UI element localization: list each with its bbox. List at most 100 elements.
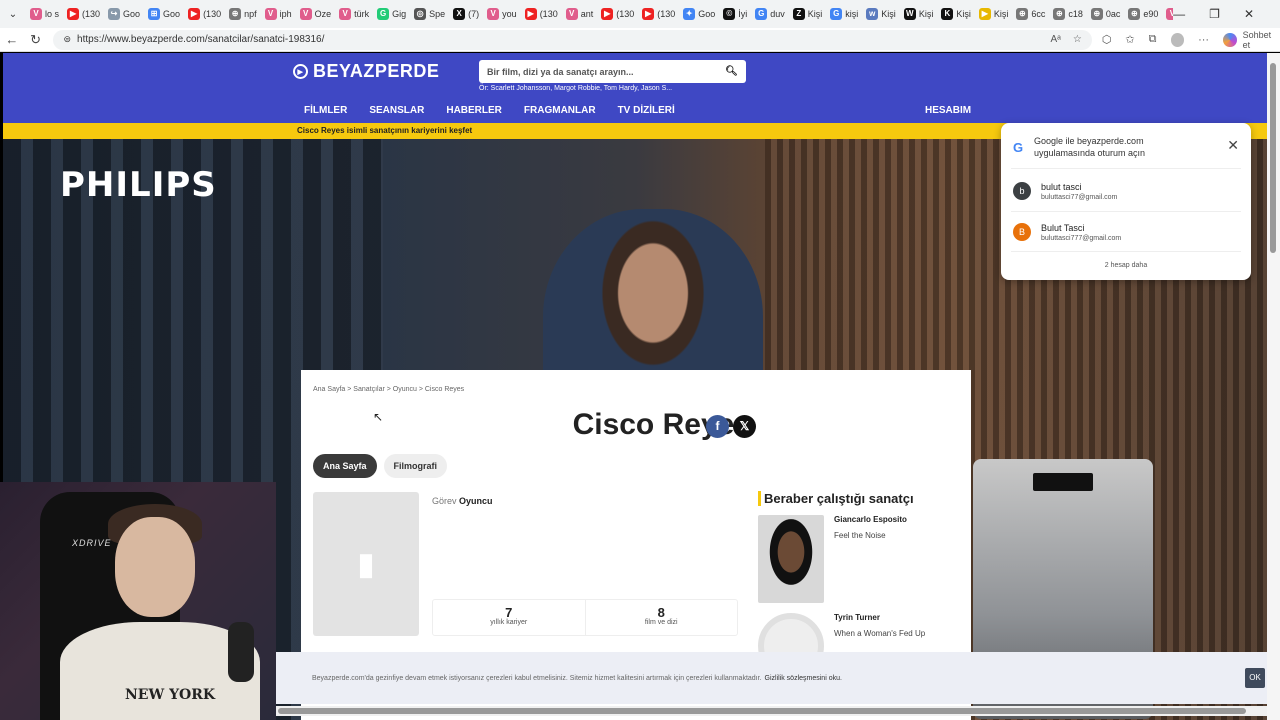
browser-tab[interactable]: G Gig	[373, 3, 410, 25]
chat-label[interactable]: Sohbet et	[1243, 30, 1280, 50]
vertical-scrollbar[interactable]	[1267, 53, 1280, 720]
close-icon[interactable]: ✕	[1227, 137, 1239, 154]
coworker-name[interactable]: Giancarlo Esposito	[834, 515, 907, 524]
tab-favicon-icon: ↪	[108, 8, 121, 20]
privacy-link[interactable]: Gizlilik sözleşmesini oku.	[765, 675, 842, 682]
browser-tab[interactable]: K Kişi	[937, 3, 975, 25]
horizontal-scrollbar[interactable]	[276, 706, 1267, 716]
tab-favicon-icon: ▶	[188, 8, 201, 20]
browser-tab[interactable]: ▶ (130	[184, 3, 225, 25]
divider	[1011, 251, 1241, 252]
browser-tab[interactable]: W Kişi	[900, 3, 938, 25]
menu-item-fragmanlar[interactable]: FRAGMANLAR	[524, 105, 596, 116]
coworker-photo[interactable]	[758, 515, 824, 603]
divider	[1011, 168, 1241, 169]
browser-tab[interactable]: Vant	[562, 3, 598, 25]
scrollbar-thumb[interactable]	[278, 708, 1246, 714]
tab-list-chevron-icon[interactable]: ⌄	[0, 9, 26, 20]
menu-item-haberler[interactable]: HABERLER	[446, 105, 502, 116]
browser-tab[interactable]: ▶ (130	[63, 3, 104, 25]
url-box[interactable]: ⊜ https://www.beyazperde.com/sanatcilar/…	[53, 29, 1092, 50]
search-icon[interactable]: 🔍︎	[725, 66, 738, 77]
tab-label: duv	[770, 9, 785, 19]
tab-strip: Vlo s ▶ (130 ↪ Goo ⊞ Goo ▶ (130 ⊕ npf Viph V Oze Vtürk…	[26, 0, 1249, 28]
browser-tab[interactable]: ✦ Goo	[679, 3, 719, 25]
menu-item-seanslar[interactable]: SEANSLAR	[369, 105, 424, 116]
browser-tab[interactable]: Gkişi	[826, 3, 862, 25]
read-aloud-icon[interactable]: Aᵃ	[1050, 34, 1060, 45]
browser-tab[interactable]: Viph	[261, 3, 296, 25]
browser-tab[interactable]: w Kişi	[862, 3, 900, 25]
tab-favicon-icon: ✦	[683, 8, 696, 20]
extensions-icon[interactable]: ⬡	[1102, 33, 1112, 46]
browser-tab[interactable]: ▶ (130	[638, 3, 679, 25]
search-placeholder[interactable]: Bir film, dizi ya da sanatçı arayın...	[487, 67, 634, 77]
coworker-name[interactable]: Tyrin Turner	[834, 613, 880, 622]
browser-tab[interactable]: ↪ Goo	[104, 3, 144, 25]
tab-label: e90	[1143, 9, 1159, 19]
stat-career-years: 7 yıllık kariyer	[433, 600, 585, 635]
minimize-button[interactable]: —	[1173, 7, 1185, 21]
coworker-movie[interactable]: When a Woman's Fed Up	[834, 629, 925, 638]
collections-icon[interactable]: ⧉	[1149, 33, 1157, 46]
browser-tab[interactable]: ⊕ npf	[225, 3, 261, 25]
account-option[interactable]: B Bulut Tasci buluttasci777@gmail.com	[1011, 214, 1241, 250]
x-share-icon[interactable]: 𝕏	[733, 415, 756, 438]
google-icon: G	[1013, 140, 1024, 155]
ad-brand-logo[interactable]: PHILIPS	[60, 165, 217, 205]
favorites-icon[interactable]: ✩	[1125, 33, 1134, 46]
url-text[interactable]: https://www.beyazperde.com/sanatcilar/sa…	[77, 34, 324, 45]
account-option[interactable]: b bulut tasci buluttasci77@gmail.com	[1011, 173, 1241, 209]
browser-tab[interactable]: ▶ (130	[597, 3, 638, 25]
cookie-ok-button[interactable]: OK	[1245, 668, 1265, 688]
account-info: Bulut Tasci buluttasci777@gmail.com	[1041, 223, 1121, 242]
browser-tab[interactable]: ⊕ 0ac	[1087, 3, 1125, 25]
browser-tab[interactable]: X (7)	[449, 3, 483, 25]
browser-tab[interactable]: ⊞ Goo	[144, 3, 184, 25]
tab-filmografi[interactable]: Filmografi	[383, 454, 448, 478]
site-logo[interactable]: ▶ BEYAZPERDE	[293, 61, 439, 82]
browser-tab[interactable]: Gduv	[751, 3, 789, 25]
browser-tab[interactable]: Z Kişi	[789, 3, 827, 25]
browser-tab[interactable]: V Oze	[296, 3, 336, 25]
browser-tab[interactable]: ▶ Kişi	[975, 3, 1013, 25]
menu-item-tv-dizileri[interactable]: TV DİZİLERİ	[618, 105, 675, 116]
more-accounts-link[interactable]: 2 hesap daha	[1001, 262, 1251, 269]
tab-label: iph	[279, 9, 292, 19]
tab-favicon-icon: ▶	[978, 8, 991, 20]
tab-label: (130	[539, 9, 558, 19]
search-input[interactable]: Bir film, dizi ya da sanatçı arayın... 🔍…	[479, 60, 746, 83]
close-window-button[interactable]: ✕	[1244, 7, 1254, 21]
account-link[interactable]: HESABIM	[925, 105, 971, 116]
browser-tab[interactable]: ⊕ c18	[1049, 3, 1087, 25]
ad-machine-display	[1033, 473, 1093, 491]
career-stats: 7 yıllık kariyer 8 film ve dizi	[432, 599, 738, 636]
reload-icon[interactable]: ↻	[24, 32, 48, 48]
coworker-movie[interactable]: Feel the Noise	[834, 531, 886, 540]
scrollbar-thumb[interactable]	[1270, 63, 1276, 253]
browser-tab[interactable]: ▶ (130	[521, 3, 562, 25]
browser-tab[interactable]: ⊕ 6cc	[1012, 3, 1049, 25]
tab-favicon-icon: ⊞	[148, 8, 161, 20]
browser-tab[interactable]: © İyi	[719, 3, 751, 25]
browser-tab[interactable]: Vlo s	[26, 3, 63, 25]
tab-favicon-icon: ⊕	[229, 8, 242, 20]
copilot-icon[interactable]	[1223, 32, 1237, 47]
menu-item-filmler[interactable]: FİLMLER	[304, 105, 347, 116]
tab-label: Kişi	[918, 9, 934, 19]
browser-tab[interactable]: ◎ Spe	[410, 3, 449, 25]
facebook-share-icon[interactable]: f	[706, 415, 729, 438]
browser-tab[interactable]: Vtürk	[335, 3, 373, 25]
back-arrow-icon[interactable]: ←	[0, 32, 24, 47]
maximize-button[interactable]: ❐	[1209, 7, 1220, 21]
profile-avatar[interactable]	[1170, 32, 1185, 47]
more-menu-icon[interactable]: ···	[1198, 34, 1209, 46]
favorite-star-icon[interactable]: ☆	[1073, 34, 1082, 45]
tab-label: (7)	[468, 9, 480, 19]
tab-label: npf	[244, 9, 257, 19]
site-info-icon[interactable]: ⊜	[63, 34, 71, 45]
browser-tab[interactable]: Vyou	[483, 3, 521, 25]
tab-ana-sayfa[interactable]: Ana Sayfa	[313, 454, 377, 478]
browser-tab[interactable]: ⊕ e90	[1124, 3, 1162, 25]
breadcrumb[interactable]: Ana Sayfa > Sanatçılar > Oyuncu > Cisco …	[313, 386, 464, 393]
